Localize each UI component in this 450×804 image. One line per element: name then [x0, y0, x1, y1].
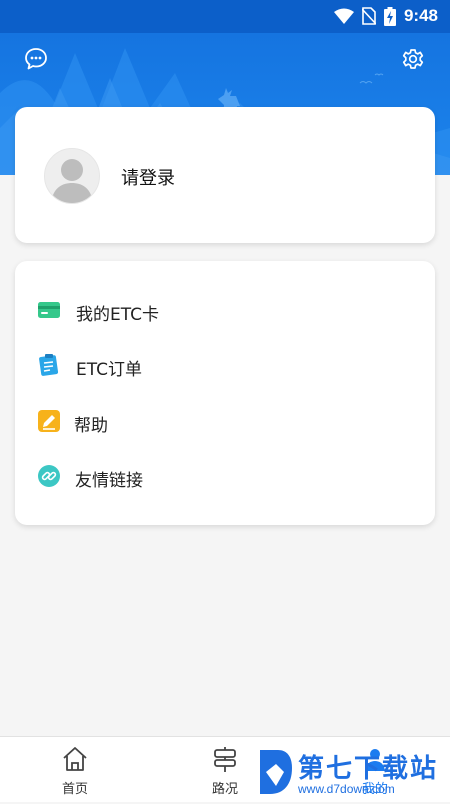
card-icon [38, 302, 60, 318]
nav-label: 首页 [61, 782, 88, 797]
login-prompt[interactable]: 请登录 [121, 164, 175, 190]
user-icon [51, 159, 93, 203]
avatar[interactable] [44, 148, 100, 204]
login-card[interactable]: 请登录 [15, 107, 435, 243]
link-icon [38, 465, 60, 487]
menu-item-etc-order[interactable]: ETC订单 [15, 345, 435, 385]
wifi-icon [333, 8, 354, 24]
menu-item-label: 友情链接 [75, 471, 143, 491]
watermark-name: 第七下载站 [298, 754, 439, 784]
menu-item-help[interactable]: 帮助 [15, 401, 435, 441]
clipboard-icon [39, 354, 59, 376]
nav-home[interactable]: 首页 [30, 737, 120, 802]
menu-item-label: 帮助 [74, 416, 108, 436]
signpost-icon [214, 747, 236, 772]
menu-item-etc-card[interactable]: 我的ETC卡 [15, 290, 435, 330]
menu-item-label: ETC订单 [76, 360, 142, 380]
message-icon [25, 48, 47, 70]
status-icons: 9:48 [333, 6, 438, 26]
watermark: 第七下载站 www.d7down.com [256, 742, 448, 800]
no-sim-icon [361, 7, 376, 25]
status-bar: 9:48 [0, 0, 450, 33]
watermark-url: www.d7down.com [298, 782, 395, 796]
pencil-icon [38, 410, 60, 432]
menu-card: 我的ETC卡 ETC订单 帮助 友情链接 [15, 261, 435, 525]
menu-item-label: 我的ETC卡 [76, 305, 159, 325]
status-time: 9:48 [403, 6, 438, 25]
message-button[interactable] [22, 45, 50, 73]
settings-button[interactable] [399, 45, 427, 73]
menu-item-links[interactable]: 友情链接 [15, 456, 435, 496]
gear-icon [402, 49, 424, 69]
home-icon [63, 747, 87, 771]
battery-charging-icon [383, 6, 396, 26]
